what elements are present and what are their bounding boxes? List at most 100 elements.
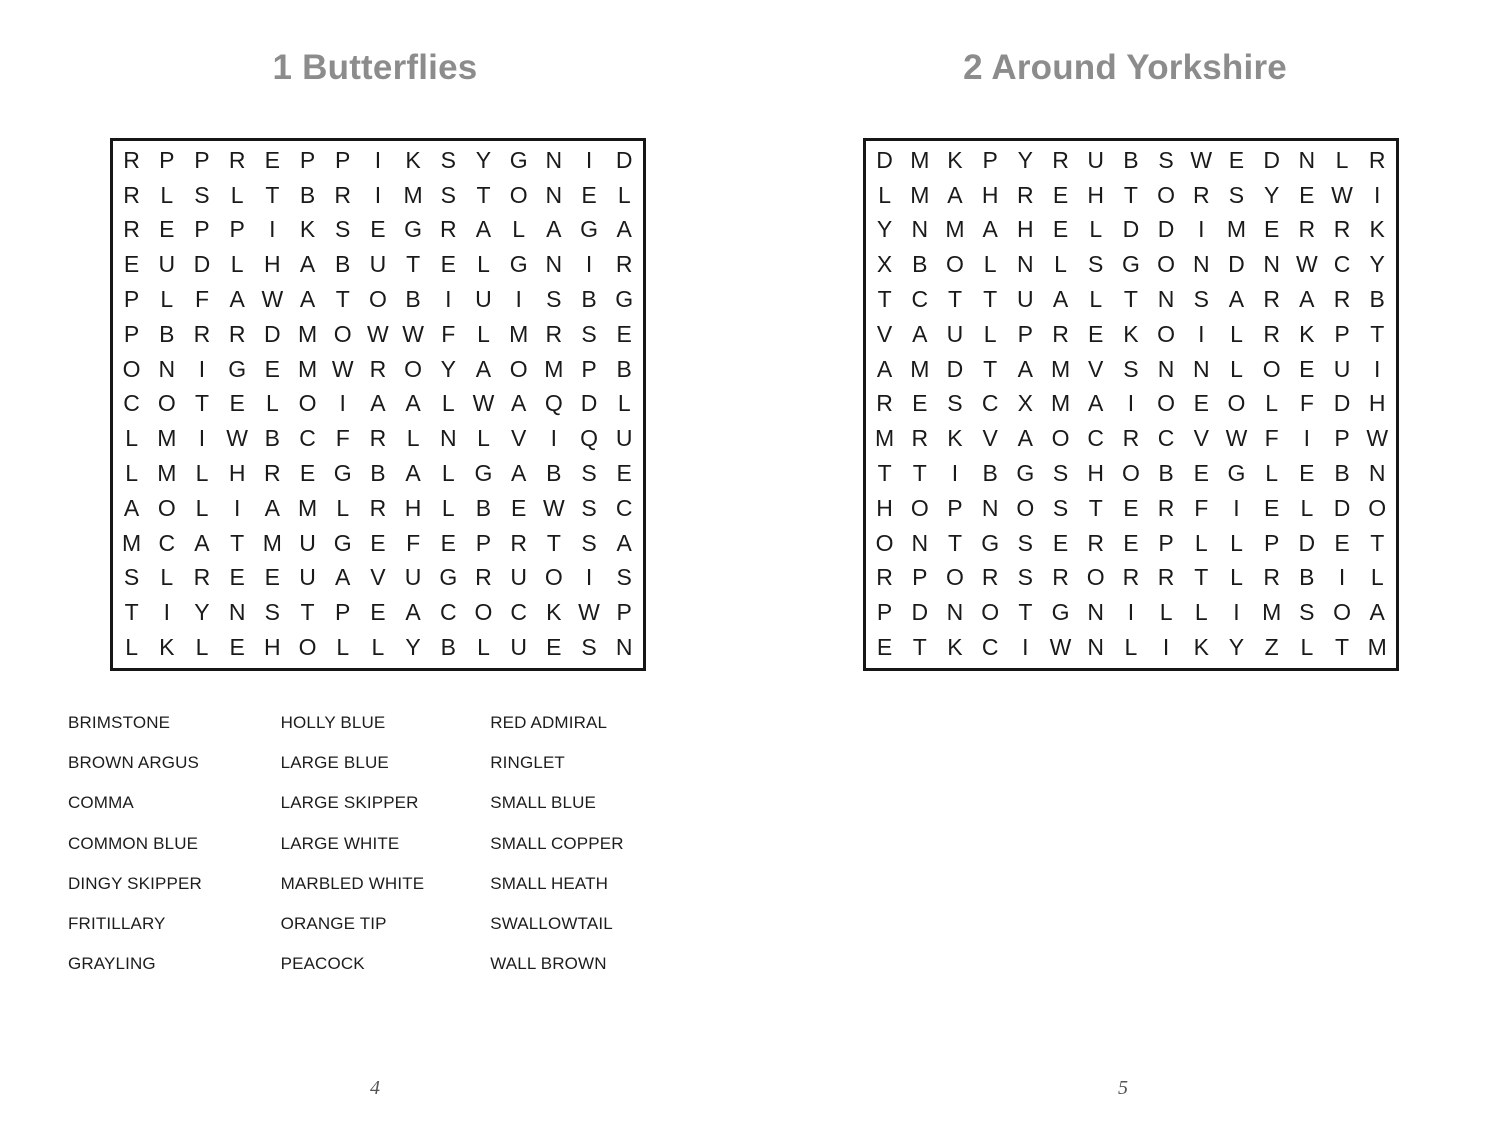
grid-cell[interactable]: B [466,491,501,526]
grid-cell[interactable]: P [571,352,606,387]
grid-cell[interactable]: N [1149,282,1184,317]
grid-cell[interactable]: O [325,317,360,352]
grid-cell[interactable]: P [220,213,255,248]
grid-cell[interactable]: Y [396,630,431,665]
grid-cell[interactable]: L [1043,247,1078,282]
grid-cell[interactable]: U [396,561,431,596]
grid-cell[interactable]: M [1043,387,1078,422]
grid-cell[interactable]: S [1219,178,1254,213]
grid-cell[interactable]: C [149,526,184,561]
grid-cell[interactable]: L [114,456,149,491]
grid-cell[interactable]: O [290,387,325,422]
grid-cell[interactable]: C [501,595,536,630]
grid-cell[interactable]: N [902,213,937,248]
grid-cell[interactable]: W [360,317,395,352]
grid-cell[interactable]: G [220,352,255,387]
grid-cell[interactable]: L [1360,561,1395,596]
grid-cell[interactable]: R [1043,143,1078,178]
grid-cell[interactable]: R [1113,421,1148,456]
grid-cell[interactable]: M [902,143,937,178]
grid-cell[interactable]: S [114,561,149,596]
grid-cell[interactable]: K [937,421,972,456]
grid-cell[interactable]: E [1184,387,1219,422]
word-list-item[interactable]: WALL BROWN [490,951,688,991]
grid-cell[interactable]: A [255,491,290,526]
grid-cell[interactable]: L [501,213,536,248]
grid-cell[interactable]: I [431,282,466,317]
word-list-item[interactable]: LARGE SKIPPER [281,790,491,830]
grid-cell[interactable]: L [1184,526,1219,561]
grid-cell[interactable]: A [396,595,431,630]
grid-cell[interactable]: W [1324,178,1359,213]
word-list-item[interactable]: COMMON BLUE [68,831,281,871]
grid-cell[interactable]: L [466,317,501,352]
grid-cell[interactable]: A [867,352,902,387]
grid-cell[interactable]: S [1043,491,1078,526]
grid-cell[interactable]: S [184,178,219,213]
grid-cell[interactable]: A [184,526,219,561]
grid-cell[interactable]: K [396,143,431,178]
grid-cell[interactable]: N [1184,352,1219,387]
grid-cell[interactable]: N [1289,143,1324,178]
grid-cell[interactable]: N [902,526,937,561]
grid-cell[interactable]: M [396,178,431,213]
grid-cell[interactable]: T [466,178,501,213]
grid-cell[interactable]: R [360,421,395,456]
grid-cell[interactable]: U [1324,352,1359,387]
grid-cell[interactable]: L [1113,630,1148,665]
grid-cell[interactable]: S [1078,247,1113,282]
grid-cell[interactable]: Y [1254,178,1289,213]
grid-cell[interactable]: R [1324,213,1359,248]
grid-cell[interactable]: P [1324,317,1359,352]
grid-cell[interactable]: T [114,595,149,630]
grid-cell[interactable]: G [1219,456,1254,491]
grid-cell[interactable]: D [571,387,606,422]
grid-cell[interactable]: E [607,456,642,491]
grid-cell[interactable]: P [184,143,219,178]
grid-cell[interactable]: D [1289,526,1324,561]
grid-cell[interactable]: H [255,247,290,282]
grid-cell[interactable]: I [571,247,606,282]
grid-cell[interactable]: V [360,561,395,596]
grid-cell[interactable]: I [571,561,606,596]
word-list-item[interactable]: ORANGE TIP [281,911,491,951]
grid-cell[interactable]: I [220,491,255,526]
grid-cell[interactable]: L [607,387,642,422]
grid-cell[interactable]: G [466,456,501,491]
grid-cell[interactable]: C [973,630,1008,665]
grid-cell[interactable]: O [501,352,536,387]
grid-cell[interactable]: E [1219,143,1254,178]
grid-cell[interactable]: F [1289,387,1324,422]
grid-cell[interactable]: T [937,282,972,317]
grid-cell[interactable]: E [536,630,571,665]
grid-cell[interactable]: W [466,387,501,422]
grid-cell[interactable]: R [1043,317,1078,352]
grid-cell[interactable]: B [1149,456,1184,491]
grid-cell[interactable]: O [973,595,1008,630]
grid-cell[interactable]: H [255,630,290,665]
grid-cell[interactable]: N [220,595,255,630]
grid-cell[interactable]: R [466,561,501,596]
grid-cell[interactable]: L [325,491,360,526]
grid-cell[interactable]: R [1289,213,1324,248]
grid-cell[interactable]: R [325,178,360,213]
grid-cell[interactable]: S [255,595,290,630]
grid-cell[interactable]: A [360,387,395,422]
grid-cell[interactable]: I [1219,595,1254,630]
grid-cell[interactable]: S [325,213,360,248]
grid-cell[interactable]: S [431,143,466,178]
grid-cell[interactable]: E [431,526,466,561]
grid-cell[interactable]: O [290,630,325,665]
grid-cell[interactable]: O [937,561,972,596]
grid-cell[interactable]: B [1360,282,1395,317]
grid-cell[interactable]: A [325,561,360,596]
grid-cell[interactable]: E [255,561,290,596]
grid-cell[interactable]: A [1289,282,1324,317]
grid-cell[interactable]: E [1289,456,1324,491]
grid-cell[interactable]: L [325,630,360,665]
grid-cell[interactable]: L [1184,595,1219,630]
grid-cell[interactable]: E [571,178,606,213]
grid-cell[interactable]: S [571,526,606,561]
grid-cell[interactable]: D [1324,491,1359,526]
grid-cell[interactable]: C [290,421,325,456]
